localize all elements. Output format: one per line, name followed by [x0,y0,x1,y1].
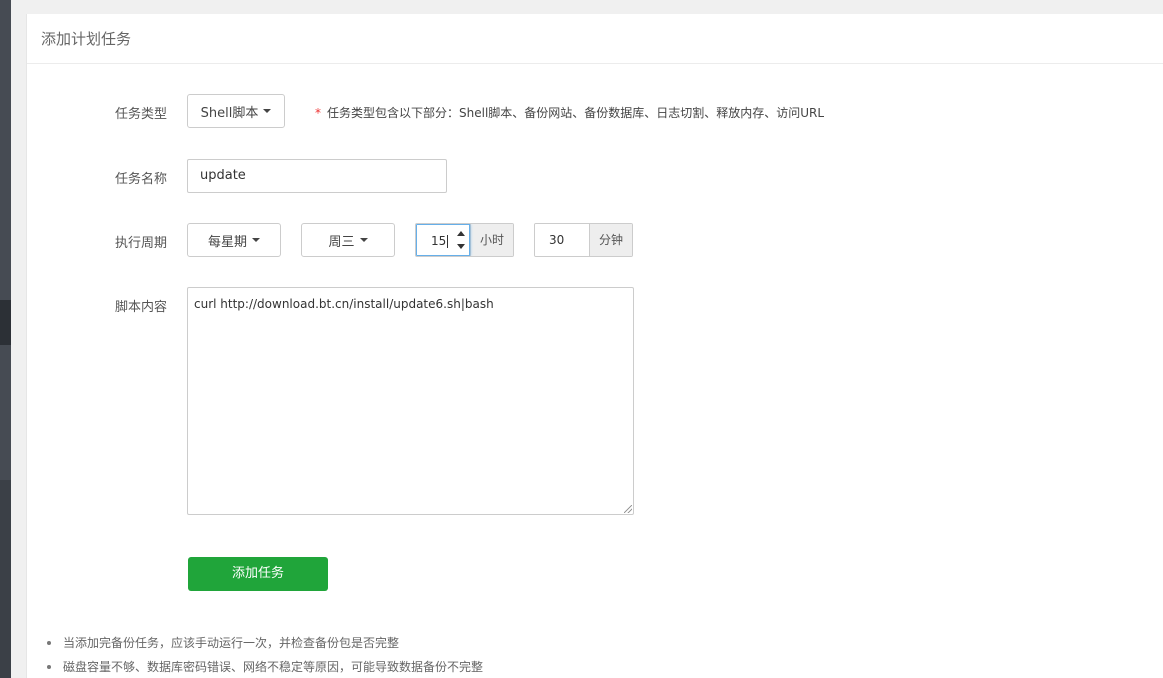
script-content: curl http://download.bt.cn/install/updat… [194,297,494,311]
hour-input-group: 15 小时 [415,223,514,257]
cycle-label: 执行周期 [114,236,167,251]
script-label: 脚本内容 [114,300,167,315]
resize-handle-icon[interactable] [624,505,632,513]
hour-unit: 小时 [470,224,513,256]
task-type-label: 任务类型 [114,107,167,122]
task-type-hint-text: 任务类型包含以下部分：Shell脚本、备份网站、备份数据库、日志切割、释放内存、… [327,106,825,120]
list-item: 磁盘容量不够、数据库密码错误、网络不稳定等原因，可能导致数据备份不完整 [45,655,483,678]
spin-up-icon[interactable] [457,231,465,236]
required-star: * [315,106,321,120]
task-name-label: 任务名称 [114,172,167,187]
minute-input[interactable]: 30 [535,224,589,256]
list-item: 当添加完备份任务，应该手动运行一次，并检查备份包是否完整 [45,631,483,655]
notes-list: 当添加完备份任务，应该手动运行一次，并检查备份包是否完整 磁盘容量不够、数据库密… [45,631,483,678]
script-textarea[interactable]: curl http://download.bt.cn/install/updat… [187,287,634,515]
sidebar-active-marker [0,300,11,345]
minute-unit: 分钟 [589,224,632,256]
hour-value: 15 [431,234,447,248]
minute-input-group: 30 分钟 [534,223,633,257]
task-type-value: Shell脚本 [200,105,259,121]
caret-down-icon [359,238,368,242]
sidebar-lower-block [0,480,11,678]
text-cursor [447,235,449,248]
caret-down-icon [252,238,260,242]
task-type-dropdown[interactable]: Shell脚本 [187,94,285,128]
panel-title: 添加计划任务 [27,14,1163,64]
sidebar-edge [0,0,11,678]
hour-spinner[interactable] [455,227,467,253]
add-cron-panel: 添加计划任务 任务类型 Shell脚本 * 任务类型包含以下部分：Shell脚本、… [26,14,1163,678]
spin-down-icon[interactable] [457,244,465,249]
hour-input[interactable]: 15 [416,224,470,256]
task-type-hint: * 任务类型包含以下部分：Shell脚本、备份网站、备份数据库、日志切割、释放内存… [315,104,824,121]
task-name-input[interactable]: update [187,159,447,193]
cycle-period-dropdown[interactable]: 每星期 [187,223,281,257]
weekday-value: 周三 [328,234,355,250]
weekday-dropdown[interactable]: 周三 [301,223,395,257]
cycle-period-value: 每星期 [207,234,247,250]
caret-down-icon [263,109,272,113]
add-task-button[interactable]: 添加任务 [188,557,328,591]
top-gap [26,0,1163,14]
